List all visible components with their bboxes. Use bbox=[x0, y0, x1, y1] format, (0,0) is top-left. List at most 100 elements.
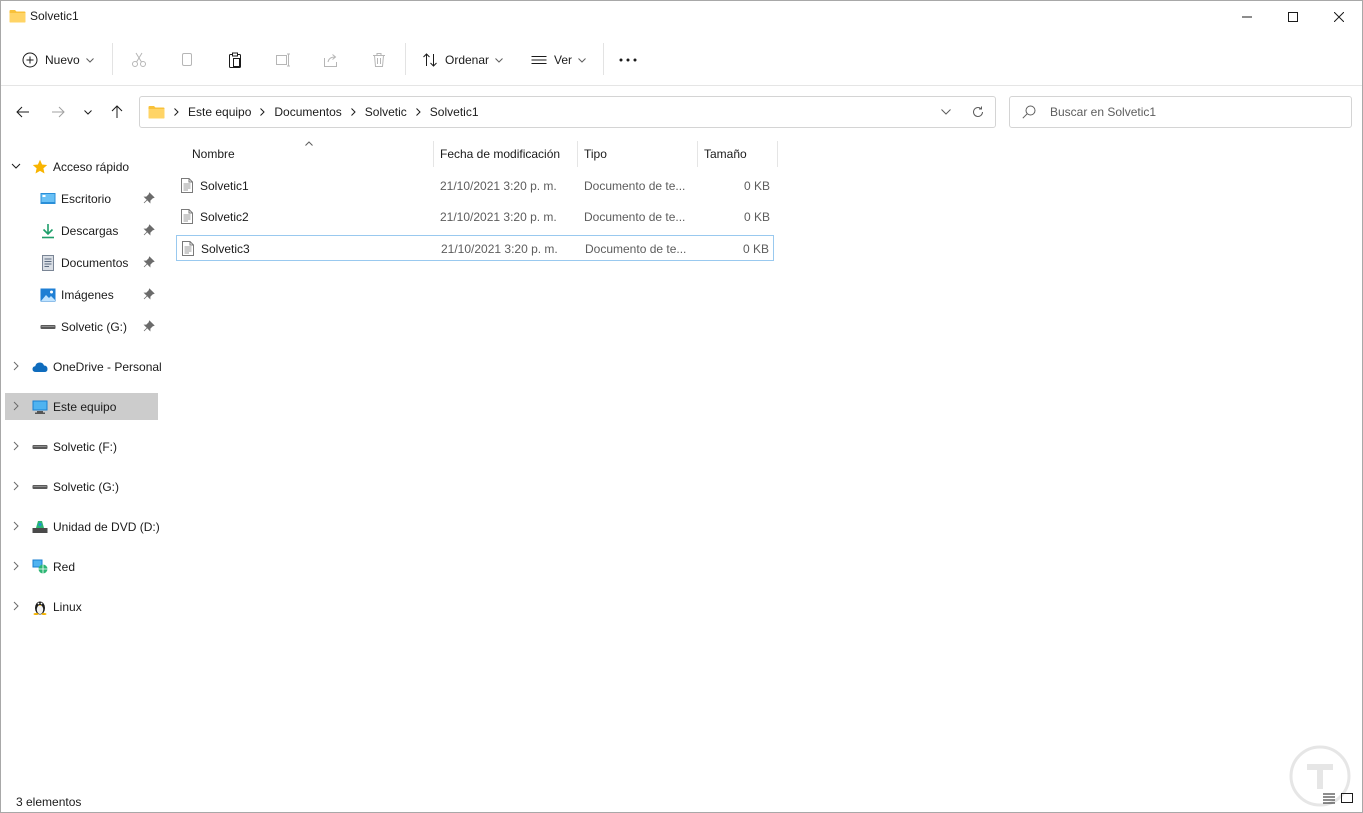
nav-item-dvd[interactable]: Unidad de DVD (D:) bbox=[1, 514, 161, 540]
chevron-right-icon[interactable] bbox=[260, 108, 266, 116]
copy-button[interactable] bbox=[179, 37, 195, 83]
breadcrumb-item[interactable]: Solvetic bbox=[365, 105, 407, 119]
minimize-icon bbox=[1242, 16, 1252, 18]
nav-item-solvetic-g-quick[interactable]: Solvetic (G:) bbox=[1, 314, 161, 340]
back-button[interactable] bbox=[10, 98, 36, 126]
forward-button[interactable] bbox=[45, 98, 71, 126]
item-count: 3 elementos bbox=[16, 795, 82, 809]
file-size: 0 KB bbox=[743, 210, 770, 224]
rename-button[interactable] bbox=[275, 37, 291, 83]
chevron-right-icon[interactable] bbox=[11, 361, 21, 371]
pin-icon[interactable] bbox=[143, 224, 155, 236]
chevron-right-icon[interactable] bbox=[350, 108, 356, 116]
drive-icon bbox=[32, 445, 48, 449]
nav-item-linux[interactable]: Linux bbox=[1, 594, 161, 620]
file-row[interactable]: Solvetic2 21/10/2021 3:20 p. m. Document… bbox=[176, 204, 774, 230]
pin-icon[interactable] bbox=[143, 288, 155, 300]
chevron-right-icon[interactable] bbox=[11, 401, 21, 411]
search-box[interactable] bbox=[1009, 96, 1352, 128]
nav-label: Documentos bbox=[61, 256, 129, 270]
download-icon bbox=[42, 224, 54, 239]
address-bar[interactable]: Este equipo Documentos Solvetic Solvetic… bbox=[139, 96, 996, 128]
view-button[interactable]: Ver bbox=[531, 37, 586, 83]
column-header-date[interactable]: Fecha de modificación bbox=[434, 141, 577, 167]
view-label: Ver bbox=[554, 53, 573, 67]
chevron-right-icon[interactable] bbox=[11, 601, 21, 611]
new-label: Nuevo bbox=[45, 53, 80, 67]
chevron-down-icon bbox=[85, 57, 94, 63]
address-history-button[interactable] bbox=[941, 97, 951, 127]
minimize-button[interactable] bbox=[1224, 1, 1270, 33]
column-header-name[interactable]: Nombre bbox=[176, 141, 432, 167]
tiles-view-icon bbox=[1341, 793, 1353, 803]
nav-item-red[interactable]: Red bbox=[1, 554, 161, 580]
nav-item-imagenes[interactable]: Imágenes bbox=[1, 282, 161, 308]
column-header-size[interactable]: Tamaño bbox=[698, 141, 777, 167]
sort-button[interactable]: Ordenar bbox=[422, 37, 503, 83]
details-view-button[interactable] bbox=[1322, 791, 1336, 805]
share-icon bbox=[324, 54, 337, 67]
tiles-view-button[interactable] bbox=[1340, 791, 1354, 805]
file-name: Solvetic2 bbox=[200, 210, 249, 224]
recent-locations-button[interactable] bbox=[76, 98, 100, 126]
file-date: 21/10/2021 3:20 p. m. bbox=[441, 242, 558, 256]
maximize-icon bbox=[1288, 12, 1298, 22]
search-input[interactable] bbox=[1050, 104, 1340, 120]
column-header-type[interactable]: Tipo bbox=[578, 141, 697, 167]
breadcrumb-item[interactable]: Solvetic1 bbox=[430, 105, 479, 119]
file-type: Documento de te... bbox=[585, 242, 687, 256]
nav-item-solvetic-g[interactable]: Solvetic (G:) bbox=[1, 474, 161, 500]
chevron-right-icon[interactable] bbox=[174, 108, 179, 116]
explorer-window: Solvetic1 Nuevo Ordenar Ver Este equipo … bbox=[0, 0, 1363, 813]
nav-label: Escritorio bbox=[61, 192, 112, 206]
close-button[interactable] bbox=[1316, 1, 1362, 33]
nav-quick-access[interactable]: Acceso rápido bbox=[1, 154, 161, 180]
column-label: Fecha de modificación bbox=[440, 147, 561, 161]
nav-item-solvetic-f[interactable]: Solvetic (F:) bbox=[1, 434, 161, 460]
delete-button[interactable] bbox=[371, 37, 387, 83]
breadcrumb-item[interactable]: Documentos bbox=[274, 105, 341, 119]
chevron-right-icon[interactable] bbox=[415, 108, 421, 116]
list-view-icon bbox=[531, 56, 547, 64]
chevron-right-icon[interactable] bbox=[11, 521, 21, 531]
breadcrumb-item[interactable]: Este equipo bbox=[188, 105, 251, 119]
column-resize-handle[interactable] bbox=[777, 141, 778, 167]
pin-icon[interactable] bbox=[143, 256, 155, 268]
toolbar-separator bbox=[603, 43, 604, 75]
up-button[interactable] bbox=[104, 98, 130, 126]
maximize-button[interactable] bbox=[1270, 1, 1316, 33]
chevron-right-icon[interactable] bbox=[11, 481, 21, 491]
column-label: Nombre bbox=[192, 147, 235, 161]
paste-button[interactable] bbox=[227, 37, 243, 83]
nav-item-documentos[interactable]: Documentos bbox=[1, 250, 161, 276]
chevron-down-icon[interactable] bbox=[11, 161, 21, 171]
file-row[interactable]: Solvetic1 21/10/2021 3:20 p. m. Document… bbox=[176, 173, 774, 199]
chevron-right-icon[interactable] bbox=[11, 561, 21, 571]
chevron-right-icon[interactable] bbox=[11, 441, 21, 451]
nav-item-descargas[interactable]: Descargas bbox=[1, 218, 161, 244]
pin-icon[interactable] bbox=[143, 320, 155, 332]
file-name: Solvetic1 bbox=[200, 179, 249, 193]
pin-icon[interactable] bbox=[143, 192, 155, 204]
network-icon bbox=[32, 559, 48, 574]
file-row[interactable]: Solvetic3 21/10/2021 3:20 p. m. Document… bbox=[176, 235, 774, 261]
folder-icon bbox=[148, 106, 165, 119]
rename-icon bbox=[276, 53, 290, 67]
new-button[interactable]: Nuevo bbox=[22, 37, 94, 83]
details-view-icon bbox=[1323, 793, 1335, 804]
arrow-up-icon bbox=[111, 105, 123, 118]
cut-button[interactable] bbox=[131, 37, 147, 83]
nav-item-onedrive[interactable]: OneDrive - Personal bbox=[1, 354, 162, 380]
plus-circle-icon bbox=[22, 52, 38, 68]
nav-item-este-equipo[interactable]: Este equipo bbox=[1, 394, 161, 420]
nav-label: Unidad de DVD (D:) bbox=[53, 520, 160, 534]
more-options-button[interactable] bbox=[619, 37, 637, 83]
toolbar-divider bbox=[1, 85, 1362, 86]
star-icon bbox=[32, 159, 48, 174]
share-button[interactable] bbox=[323, 37, 339, 83]
nav-item-escritorio[interactable]: Escritorio bbox=[1, 186, 161, 212]
refresh-button[interactable] bbox=[972, 97, 984, 127]
title-bar[interactable]: Solvetic1 bbox=[1, 1, 1362, 33]
chevron-down-icon bbox=[578, 57, 586, 63]
breadcrumb: Este equipo Documentos Solvetic Solvetic… bbox=[148, 97, 479, 127]
